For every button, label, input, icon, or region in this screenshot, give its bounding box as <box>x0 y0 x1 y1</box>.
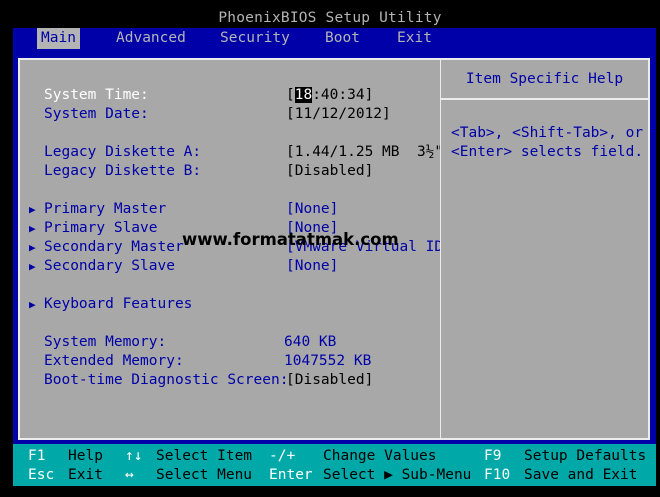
system-time-label[interactable]: System Time: <box>44 86 149 105</box>
footer-esc: Esc <box>28 466 54 485</box>
help-line-2: <Enter> selects field. <box>451 144 644 160</box>
secondary-slave-label[interactable]: Secondary Slave <box>44 257 175 276</box>
submenu-arrow-icon: ▶ <box>29 298 36 311</box>
system-memory-value: 640 KB <box>284 334 337 350</box>
footer-minusplus-desc: Change Values <box>323 447 437 466</box>
esc-key: Esc <box>28 467 55 483</box>
footer-enter: Enter <box>269 466 313 485</box>
boot-diagnostic-label[interactable]: Boot-time Diagnostic Screen: <box>44 371 288 390</box>
footer-f1: F1 <box>28 447 45 466</box>
footer-f9: F9 <box>484 447 501 466</box>
help-text: <Tab>, <Shift-Tab>, or <Enter> selects fi… <box>451 124 643 162</box>
f10-key: F10 <box>484 467 511 483</box>
menu-boot[interactable]: Boot <box>321 28 364 49</box>
extended-memory-label: Extended Memory: <box>44 353 184 369</box>
secondary-master-label[interactable]: Secondary Master <box>44 238 184 257</box>
footer-f1-desc: Help <box>68 447 103 466</box>
footer-esc-desc: Exit <box>68 466 103 485</box>
save-and-exit-desc: Save and Exit <box>524 467 638 483</box>
menu-exit[interactable]: Exit <box>393 28 436 49</box>
primary-slave-label[interactable]: Primary Slave <box>44 219 158 238</box>
submenu-arrow-icon: ▶ <box>29 260 36 273</box>
boot-diagnostic-value[interactable]: [Disabled] <box>286 371 373 390</box>
select-submenu-desc: Select ▶ Sub-Menu <box>323 467 472 483</box>
menu-bar: Main Advanced Security Boot Exit <box>13 28 656 49</box>
help-title: Item Specific Help <box>441 60 648 100</box>
keyboard-features-label[interactable]: Keyboard Features <box>44 295 192 314</box>
menu-security[interactable]: Security <box>216 28 294 49</box>
legacy-diskette-b-value[interactable]: [Disabled] <box>286 162 373 181</box>
bios-title: PhoenixBIOS Setup Utility <box>218 10 442 26</box>
help-panel: Item Specific Help <Tab>, <Shift-Tab>, o… <box>440 58 650 440</box>
setup-defaults-desc: Setup Defaults <box>524 448 647 464</box>
system-time-hour-cursor[interactable]: 18 <box>294 87 313 103</box>
footer-f10: F10 <box>484 466 510 485</box>
submenu-arrow-icon: ▶ <box>29 222 36 235</box>
submenu-arrow-icon: ▶ <box>29 241 36 254</box>
exit-desc: Exit <box>68 467 103 483</box>
system-time-rest: :40:34] <box>312 87 374 103</box>
menu-advanced[interactable]: Advanced <box>112 28 190 49</box>
system-date-value[interactable]: [11/12/2012] <box>286 105 391 124</box>
footer-updown-desc: Select Item <box>156 447 252 466</box>
change-values-desc: Change Values <box>323 448 437 464</box>
footer-enter-desc: Select ▶ Sub-Menu <box>323 466 471 485</box>
primary-master-value[interactable]: [None] <box>286 200 338 219</box>
watermark: www.formatatmak.com <box>182 230 399 249</box>
f1-key: F1 <box>28 448 46 464</box>
help-line-1: <Tab>, <Shift-Tab>, or <box>451 125 644 141</box>
legacy-diskette-a-value[interactable]: [1.44/1.25 MB 3½"] <box>286 143 452 162</box>
submenu-arrow-icon: ▶ <box>29 203 36 216</box>
legacy-diskette-b-label[interactable]: Legacy Diskette B: <box>44 162 201 181</box>
up-down-arrows-icon: ↑↓ <box>125 448 143 464</box>
system-time-open-bracket: [ <box>286 87 295 103</box>
extended-memory-value: 1047552 KB <box>284 353 372 369</box>
help-desc: Help <box>68 448 103 464</box>
left-right-arrows-icon: ↔ <box>125 467 134 483</box>
enter-key: Enter <box>269 467 313 483</box>
footer-keys: F1 Help ↑↓ Select Item -/+ Change Values… <box>13 444 656 486</box>
system-memory-label: System Memory: <box>44 334 167 350</box>
menu-main[interactable]: Main <box>37 28 80 49</box>
settings-panel: System Time: [18:40:34] System Date: [11… <box>18 58 452 440</box>
footer-leftright: ↔ <box>125 466 134 485</box>
footer-f10-desc: Save and Exit <box>524 466 638 485</box>
select-item-desc: Select Item <box>156 448 253 464</box>
footer-minusplus: -/+ <box>269 447 295 466</box>
primary-master-label[interactable]: Primary Master <box>44 200 166 219</box>
system-date-label[interactable]: System Date: <box>44 105 149 124</box>
f9-key: F9 <box>484 448 502 464</box>
footer-updown: ↑↓ <box>125 447 142 466</box>
footer-leftright-desc: Select Menu <box>156 466 252 485</box>
legacy-diskette-a-label[interactable]: Legacy Diskette A: <box>44 143 201 162</box>
secondary-slave-value[interactable]: [None] <box>286 257 338 276</box>
footer-f9-desc: Setup Defaults <box>524 447 646 466</box>
minus-plus-key: -/+ <box>269 448 296 464</box>
system-time-value[interactable]: [18:40:34] <box>286 86 373 105</box>
select-menu-desc: Select Menu <box>156 467 253 483</box>
